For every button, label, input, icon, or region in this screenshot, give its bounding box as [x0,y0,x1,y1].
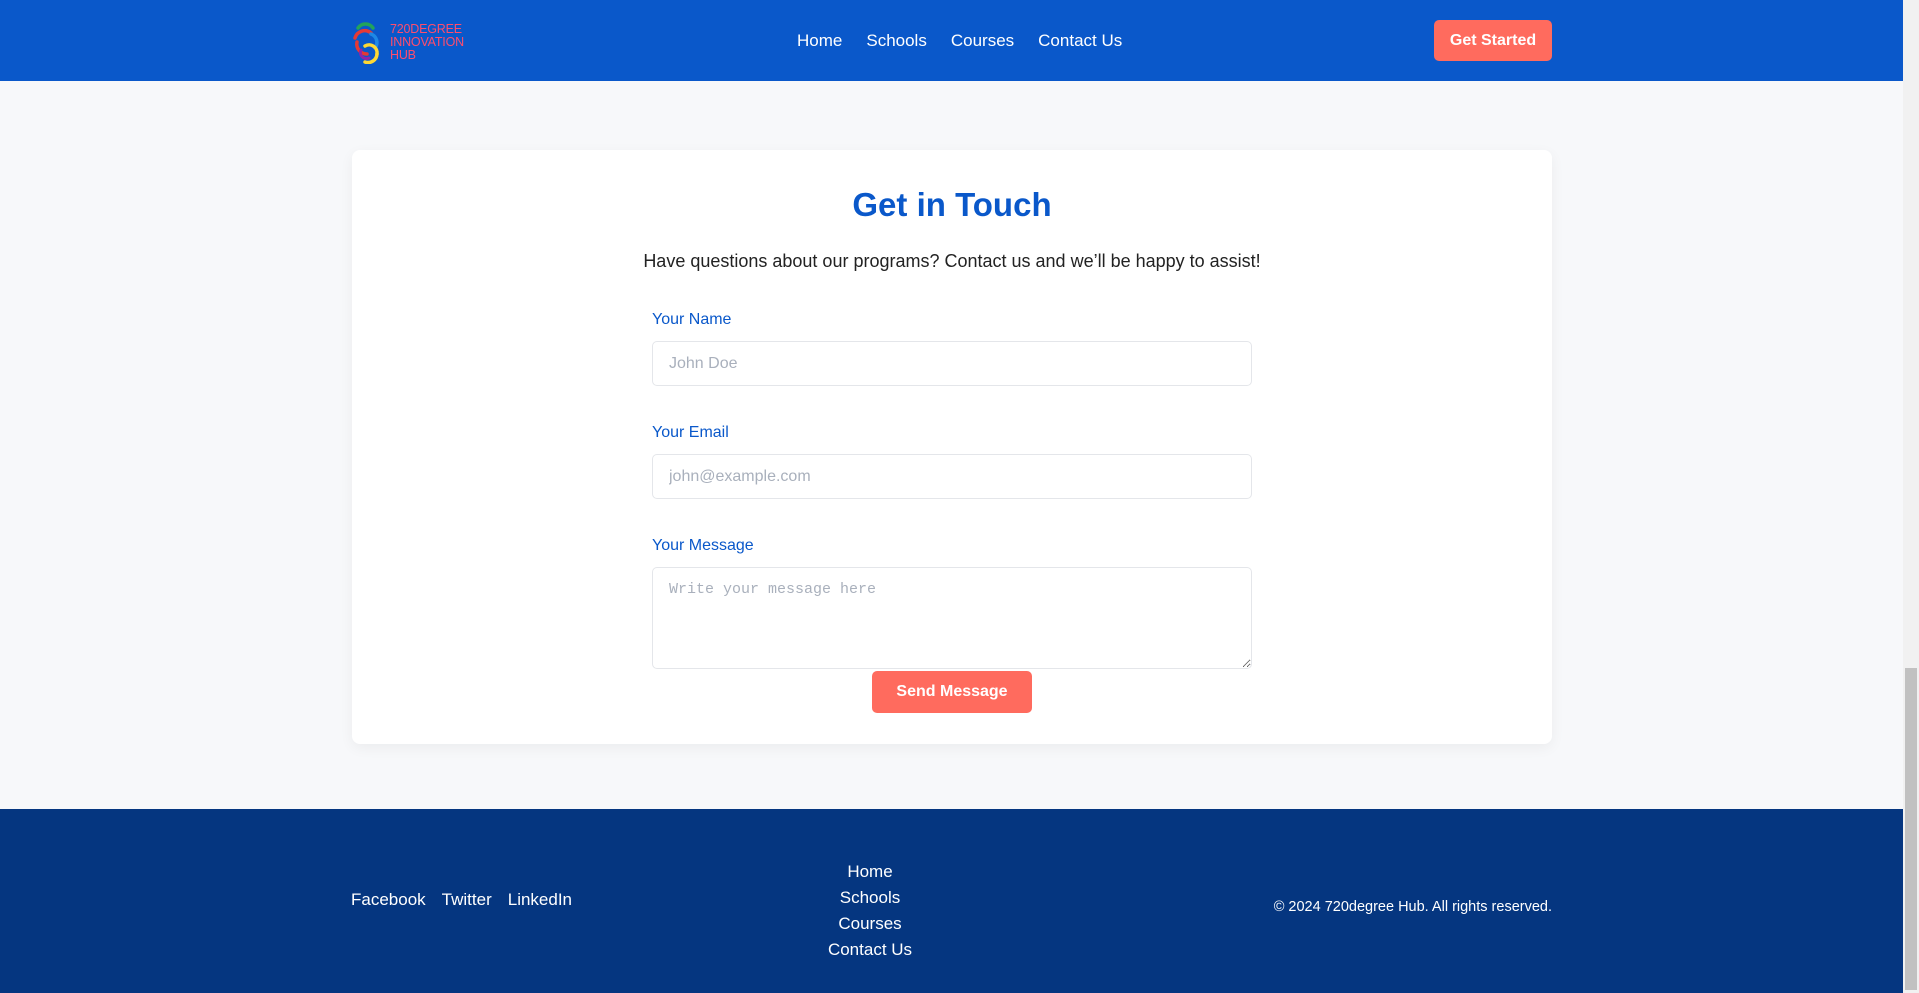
scrollbar-thumb[interactable] [1905,668,1917,990]
field-spacer [652,499,1252,536]
send-message-button[interactable]: Send Message [872,671,1032,713]
footer-link-contact-us[interactable]: Contact Us [828,937,912,963]
social-twitter-link[interactable]: Twitter [442,890,492,910]
email-label: Your Email [652,424,729,441]
nav-home[interactable]: Home [797,31,842,51]
header-container: 720DEGREE INNOVATION HUB Home Schools Co… [351,0,1552,81]
site-footer: Facebook Twitter LinkedIn Home Schools C… [0,809,1903,993]
get-started-button[interactable]: Get Started [1434,20,1552,61]
page-scrollbar[interactable] [1903,0,1919,993]
copyright-text: © 2024 720degree Hub. All rights reserve… [1273,899,1552,915]
social-links: Facebook Twitter LinkedIn [351,890,588,910]
email-input[interactable] [652,454,1252,499]
main-nav: Home Schools Courses Contact Us [797,0,1122,81]
logo-text: 720DEGREE INNOVATION HUB [390,21,464,62]
footer-link-home[interactable]: Home [847,859,892,885]
footer-link-courses[interactable]: Courses [838,911,901,937]
logo-link[interactable]: 720DEGREE INNOVATION HUB [351,20,464,64]
site-header: 720DEGREE INNOVATION HUB Home Schools Co… [0,0,1903,81]
name-label: Your Name [652,311,732,328]
contact-card: Get in Touch Have questions about our pr… [352,150,1552,744]
nav-contact-us[interactable]: Contact Us [1038,31,1122,51]
social-linkedin-link[interactable]: LinkedIn [508,890,572,910]
footer-link-schools[interactable]: Schools [840,885,900,911]
social-facebook-link[interactable]: Facebook [351,890,426,910]
contact-subtitle: Have questions about our programs? Conta… [643,251,1261,271]
logo-line: HUB [390,47,416,62]
message-textarea[interactable] [652,567,1252,669]
message-label: Your Message [652,537,754,554]
interlocking-rings-logo-icon [353,22,379,64]
name-input[interactable] [652,341,1252,386]
nav-courses[interactable]: Courses [951,31,1014,51]
footer-container: Facebook Twitter LinkedIn Home Schools C… [351,809,1552,993]
logo-line: 720DEGREE [390,21,462,36]
nav-schools[interactable]: Schools [866,31,926,51]
field-spacer [652,386,1252,423]
contact-form: Your Name Your Email Your Message [652,310,1252,669]
logo-line: INNOVATION [390,34,464,49]
contact-title: Get in Touch [852,186,1052,223]
footer-nav: Home Schools Courses Contact Us [820,859,920,963]
